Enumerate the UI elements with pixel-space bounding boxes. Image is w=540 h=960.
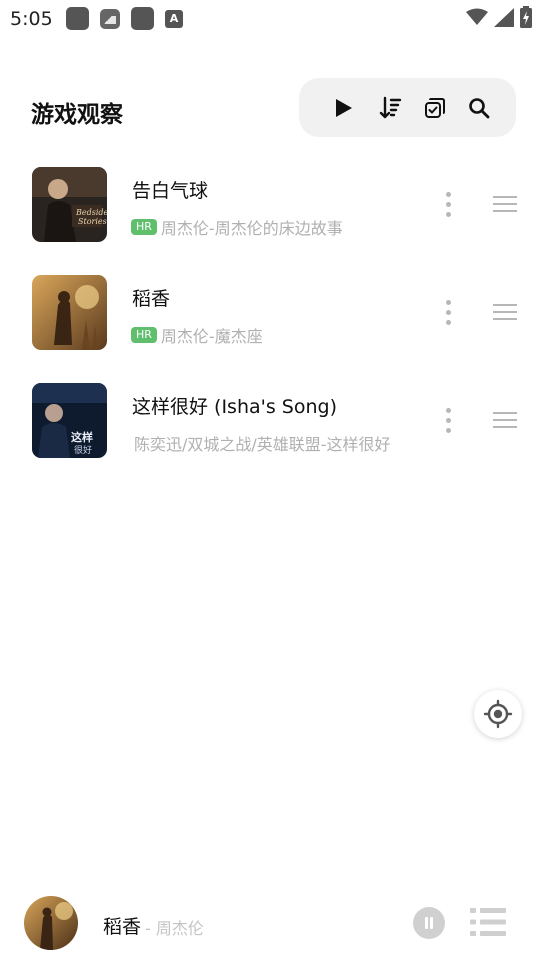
song-title: 告白气球 bbox=[132, 180, 209, 202]
toolbar bbox=[299, 78, 516, 137]
player-song-artist: - 周杰伦 bbox=[145, 919, 204, 938]
song-row[interactable]: 稻香 HR 周杰伦-魔杰座 bbox=[0, 258, 540, 366]
hr-badge: HR bbox=[131, 219, 157, 235]
svg-text:Stories: Stories bbox=[78, 217, 107, 226]
more-options-button[interactable] bbox=[438, 406, 460, 436]
song-row[interactable]: 这样 很好 这样很好 (Isha's Song) 陈奕迅/双城之战/英雄联盟-这… bbox=[0, 366, 540, 474]
svg-text:这样: 这样 bbox=[71, 430, 93, 444]
svg-text:很好: 很好 bbox=[74, 444, 92, 456]
player-song-title: 稻香 bbox=[103, 916, 142, 938]
search-icon bbox=[469, 98, 490, 119]
search-button[interactable] bbox=[465, 94, 493, 122]
pause-button[interactable] bbox=[413, 907, 445, 939]
multi-select-icon bbox=[425, 98, 445, 118]
locate-current-button[interactable] bbox=[474, 690, 522, 738]
song-row[interactable]: Bedside Stories 告白气球 HR 周杰伦-周杰伦的床边故事 bbox=[0, 150, 540, 258]
drag-handle-icon[interactable] bbox=[493, 304, 517, 320]
image-notification-icon bbox=[100, 9, 120, 29]
playlist-icon bbox=[470, 908, 506, 936]
song-subtitle: HR 周杰伦-周杰伦的床边故事 bbox=[131, 215, 406, 239]
wifi-icon bbox=[466, 8, 488, 25]
header: 游戏观察 bbox=[0, 78, 540, 138]
album-cover bbox=[32, 275, 107, 350]
hr-badge: HR bbox=[131, 327, 157, 343]
system-icons bbox=[466, 6, 532, 28]
album-cover: 这样 很好 bbox=[32, 383, 107, 458]
svg-text:Bedside: Bedside bbox=[75, 208, 107, 217]
player-album-cover[interactable] bbox=[24, 896, 78, 950]
status-bar: 5:05 A bbox=[0, 0, 540, 38]
battery-icon bbox=[520, 6, 532, 28]
locate-icon bbox=[483, 699, 513, 729]
play-icon bbox=[336, 99, 352, 117]
song-title: 稻香 bbox=[132, 288, 171, 310]
song-subtitle: HR 周杰伦-魔杰座 bbox=[131, 323, 406, 347]
sort-button[interactable] bbox=[376, 94, 404, 122]
app-notification-icon bbox=[66, 7, 89, 30]
drag-handle-icon[interactable] bbox=[493, 412, 517, 428]
playlist-queue-button[interactable] bbox=[470, 908, 506, 936]
app-notification-icon bbox=[131, 7, 154, 30]
play-all-button[interactable] bbox=[330, 94, 358, 122]
album-cover: Bedside Stories bbox=[32, 167, 107, 242]
sort-icon bbox=[379, 96, 402, 119]
more-options-button[interactable] bbox=[438, 190, 460, 220]
multi-select-button[interactable] bbox=[421, 94, 449, 122]
song-artist: 周杰伦-周杰伦的床边故事 bbox=[160, 219, 343, 238]
page-title: 游戏观察 bbox=[31, 102, 123, 128]
notification-icons: A bbox=[66, 7, 183, 30]
player-bar[interactable]: 稻香 - 周杰伦 bbox=[0, 888, 540, 960]
song-artist: 陈奕迅/双城之战/英雄联盟-这样很好 bbox=[134, 435, 391, 454]
status-time: 5:05 bbox=[10, 8, 53, 30]
song-title: 这样很好 (Isha's Song) bbox=[132, 396, 338, 418]
song-subtitle: 陈奕迅/双城之战/英雄联盟-这样很好 bbox=[134, 431, 404, 455]
text-notification-icon: A bbox=[165, 10, 183, 28]
song-artist: 周杰伦-魔杰座 bbox=[160, 327, 263, 346]
more-options-button[interactable] bbox=[438, 298, 460, 328]
song-list: Bedside Stories 告白气球 HR 周杰伦-周杰伦的床边故事 稻香 … bbox=[0, 150, 540, 474]
signal-icon bbox=[494, 7, 514, 27]
drag-handle-icon[interactable] bbox=[493, 196, 517, 212]
